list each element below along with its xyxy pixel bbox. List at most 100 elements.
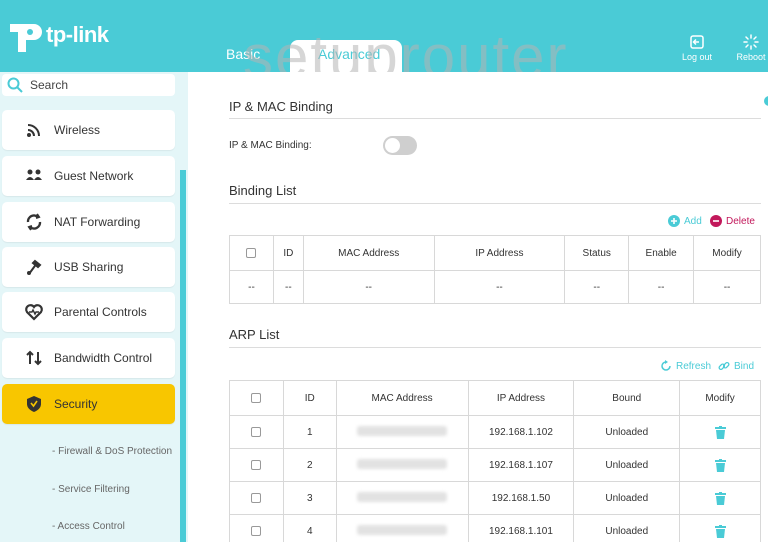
sidebar-item-label: Bandwidth Control	[54, 351, 153, 365]
sidebar-subitem-service-filtering[interactable]: - Service Filtering	[52, 484, 130, 495]
select-all-checkbox[interactable]	[246, 247, 257, 258]
sidebar-item-wireless[interactable]: Wireless	[2, 110, 175, 150]
logo-icon	[10, 24, 42, 52]
column-header: IP Address	[467, 380, 575, 416]
column-header: Bound	[573, 380, 681, 416]
search-placeholder: Search	[30, 78, 69, 92]
trash-icon[interactable]	[714, 491, 726, 505]
column-header: MAC Address	[302, 235, 435, 271]
column-header: ID	[282, 380, 337, 416]
refresh-icon	[661, 360, 671, 371]
sidebar-scrollbar[interactable]	[180, 170, 186, 542]
wifi-icon	[27, 124, 40, 137]
table-row: 4 192.168.1.101 Unloaded	[229, 514, 761, 542]
select-all-cell[interactable]	[229, 235, 274, 271]
nat-icon	[26, 213, 42, 231]
table-row: 1 192.168.1.102 Unloaded	[229, 415, 761, 449]
sidebar-item-guest-network[interactable]: Guest Network	[2, 156, 175, 196]
sidebar-item-usb-sharing[interactable]: USB Sharing	[2, 247, 175, 287]
bandwidth-icon	[26, 350, 42, 366]
sidebar-item-parental-controls[interactable]: Parental Controls	[2, 292, 175, 332]
binding-toggle[interactable]	[383, 136, 417, 155]
table-cell: --	[564, 270, 630, 304]
row-checkbox-cell[interactable]	[229, 514, 284, 542]
table-cell: 3	[282, 481, 337, 515]
trash-icon[interactable]	[714, 425, 726, 439]
row-checkbox-cell[interactable]	[229, 481, 284, 515]
tab-advanced[interactable]: Advanced	[318, 46, 380, 62]
mac-cell-obscured	[335, 448, 469, 482]
select-all-checkbox[interactable]	[251, 392, 262, 403]
sidebar-item-security[interactable]: Security	[2, 384, 175, 424]
tab-basic[interactable]: Basic	[226, 46, 260, 62]
row-checkbox[interactable]	[251, 459, 262, 470]
help-icon[interactable]	[764, 96, 768, 106]
section-title-arp-list: ARP List	[229, 327, 280, 342]
mac-address-blurred	[357, 524, 448, 535]
brand-name: tp-link	[46, 22, 109, 47]
sidebar-item-label: Security	[54, 397, 98, 411]
search-input[interactable]: Search	[2, 74, 175, 96]
sidebar-item-bandwidth-control[interactable]: Bandwidth Control	[2, 338, 175, 378]
toggle-knob	[385, 138, 400, 153]
table-cell: --	[693, 270, 761, 304]
row-checkbox[interactable]	[251, 525, 262, 536]
mac-cell-obscured	[335, 481, 469, 515]
logout-button[interactable]: Log out	[677, 34, 717, 62]
table-cell: 2	[282, 448, 337, 482]
guest-icon	[26, 169, 42, 180]
search-icon	[7, 77, 23, 93]
row-checkbox[interactable]	[251, 492, 262, 503]
table-cell: 4	[282, 514, 337, 542]
sidebar-item-label: Wireless	[54, 123, 101, 137]
select-all-cell[interactable]	[229, 380, 284, 416]
delete-label: Delete	[726, 215, 755, 227]
row-checkbox[interactable]	[251, 426, 262, 437]
delete-button[interactable]: Delete	[710, 215, 755, 227]
row-checkbox-cell[interactable]	[229, 415, 284, 449]
table-cell: 192.168.1.50	[467, 481, 575, 515]
modify-cell	[679, 415, 761, 449]
tp-link-logo: tp-link	[4, 16, 109, 54]
table-cell: --	[628, 270, 695, 304]
table-cell: --	[229, 270, 274, 304]
trash-icon[interactable]	[714, 524, 726, 538]
table-cell: --	[302, 270, 435, 304]
modify-cell	[679, 448, 761, 482]
reboot-icon	[743, 34, 759, 50]
usb-icon	[27, 259, 42, 275]
reboot-button[interactable]: Reboot	[731, 34, 768, 62]
refresh-label: Refresh	[676, 360, 712, 372]
bind-button[interactable]: Bind	[718, 360, 754, 372]
table-cell: 192.168.1.101	[467, 514, 575, 542]
table-cell: --	[433, 270, 566, 304]
link-icon	[718, 361, 730, 371]
add-label: Add	[684, 215, 702, 227]
delete-icon	[710, 215, 722, 227]
divider	[229, 203, 761, 204]
heart-icon	[25, 304, 43, 321]
column-header: Modify	[679, 380, 761, 416]
table-cell: Unloaded	[573, 514, 681, 542]
table-header-row: ID MAC Address IP Address Status Enable …	[229, 235, 761, 271]
mac-address-blurred	[357, 458, 448, 469]
bind-label: Bind	[734, 360, 755, 372]
mac-cell-obscured	[335, 415, 469, 449]
add-button[interactable]: Add	[668, 215, 702, 227]
divider	[229, 118, 761, 119]
sidebar-subitem-access-control[interactable]: - Access Control	[52, 521, 125, 532]
column-header: Modify	[693, 235, 761, 271]
column-header: Status	[564, 235, 630, 271]
sidebar-subitem-firewall[interactable]: - Firewall & DoS Protection	[52, 446, 172, 457]
refresh-button[interactable]: Refresh	[660, 360, 711, 372]
trash-icon[interactable]	[714, 458, 726, 472]
sidebar-item-label: Parental Controls	[54, 305, 147, 319]
table-cell: 192.168.1.107	[467, 448, 575, 482]
arp-list-table: ID MAC Address IP Address Bound Modify 1…	[229, 380, 761, 542]
row-checkbox-cell[interactable]	[229, 448, 284, 482]
table-cell: Unloaded	[573, 415, 681, 449]
sidebar-item-label: NAT Forwarding	[54, 215, 141, 229]
table-row: 3 192.168.1.50 Unloaded	[229, 481, 761, 515]
sidebar-item-nat-forwarding[interactable]: NAT Forwarding	[2, 202, 175, 242]
logout-label: Log out	[681, 52, 713, 62]
